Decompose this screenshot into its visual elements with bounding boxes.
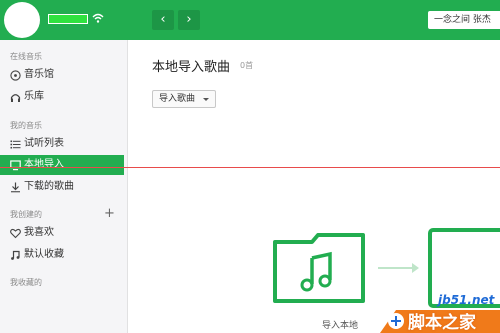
- avatar[interactable]: [4, 2, 40, 38]
- sidebar-item-local-import[interactable]: 本地导入: [0, 155, 124, 175]
- music-disc-icon: [10, 70, 21, 81]
- search-input[interactable]: 一念之间 张杰: [428, 11, 500, 29]
- music-folder-icon: [273, 233, 365, 303]
- add-playlist-icon[interactable]: +: [104, 207, 115, 220]
- monitor-icon: [10, 160, 21, 171]
- transfer-arrow-icon: [378, 263, 419, 273]
- section-online-music: 在线音乐: [10, 52, 42, 61]
- sidebar-item-playlist[interactable]: 试听列表: [0, 134, 127, 154]
- import-songs-button[interactable]: 导入歌曲: [152, 90, 216, 108]
- sidebar-item-label: 试听列表: [24, 138, 64, 149]
- top-bar: ‹ › 一念之间 张杰: [0, 0, 500, 40]
- page-title: 本地导入歌曲: [152, 60, 231, 75]
- section-collected: 我收藏的: [10, 278, 42, 287]
- music-note-icon: [11, 250, 20, 260]
- red-guide-line: [0, 167, 500, 168]
- sidebar-item-music-hall[interactable]: 音乐馆: [0, 65, 127, 85]
- wifi-icon: [92, 13, 104, 23]
- forward-button[interactable]: ›: [178, 10, 200, 30]
- caret-down-icon: [203, 98, 209, 101]
- headphones-icon: [10, 94, 21, 102]
- import-caption: 导入本地: [322, 321, 359, 331]
- watermark-text: 脚本之家: [408, 313, 476, 333]
- sidebar-item-label: 下载的歌曲: [24, 181, 74, 192]
- sidebar-item-default-collection[interactable]: 默认收藏: [0, 245, 127, 265]
- song-count: 0首: [240, 61, 254, 70]
- back-button[interactable]: ‹: [152, 10, 174, 30]
- sidebar-item-label: 音乐馆: [24, 69, 54, 80]
- sidebar-item-label: 我喜欢: [24, 227, 54, 238]
- heart-icon: [10, 228, 21, 239]
- username-redacted[interactable]: [48, 14, 88, 24]
- sidebar-item-library[interactable]: 乐库: [0, 87, 127, 107]
- sidebar-item-label: 默认收藏: [24, 249, 64, 260]
- section-created: 我创建的: [10, 210, 42, 219]
- sidebar-item-label: 本地导入: [24, 159, 64, 170]
- download-icon: [11, 182, 20, 193]
- sidebar-item-favorites[interactable]: 我喜欢: [0, 223, 127, 243]
- list-icon: [10, 140, 21, 149]
- section-my-music: 我的音乐: [10, 121, 42, 130]
- sidebar-item-label: 乐库: [24, 91, 44, 102]
- import-button-label: 导入歌曲: [159, 94, 196, 104]
- watermark-url: jb51.net: [438, 293, 495, 307]
- sidebar-item-downloads[interactable]: 下载的歌曲: [0, 177, 127, 197]
